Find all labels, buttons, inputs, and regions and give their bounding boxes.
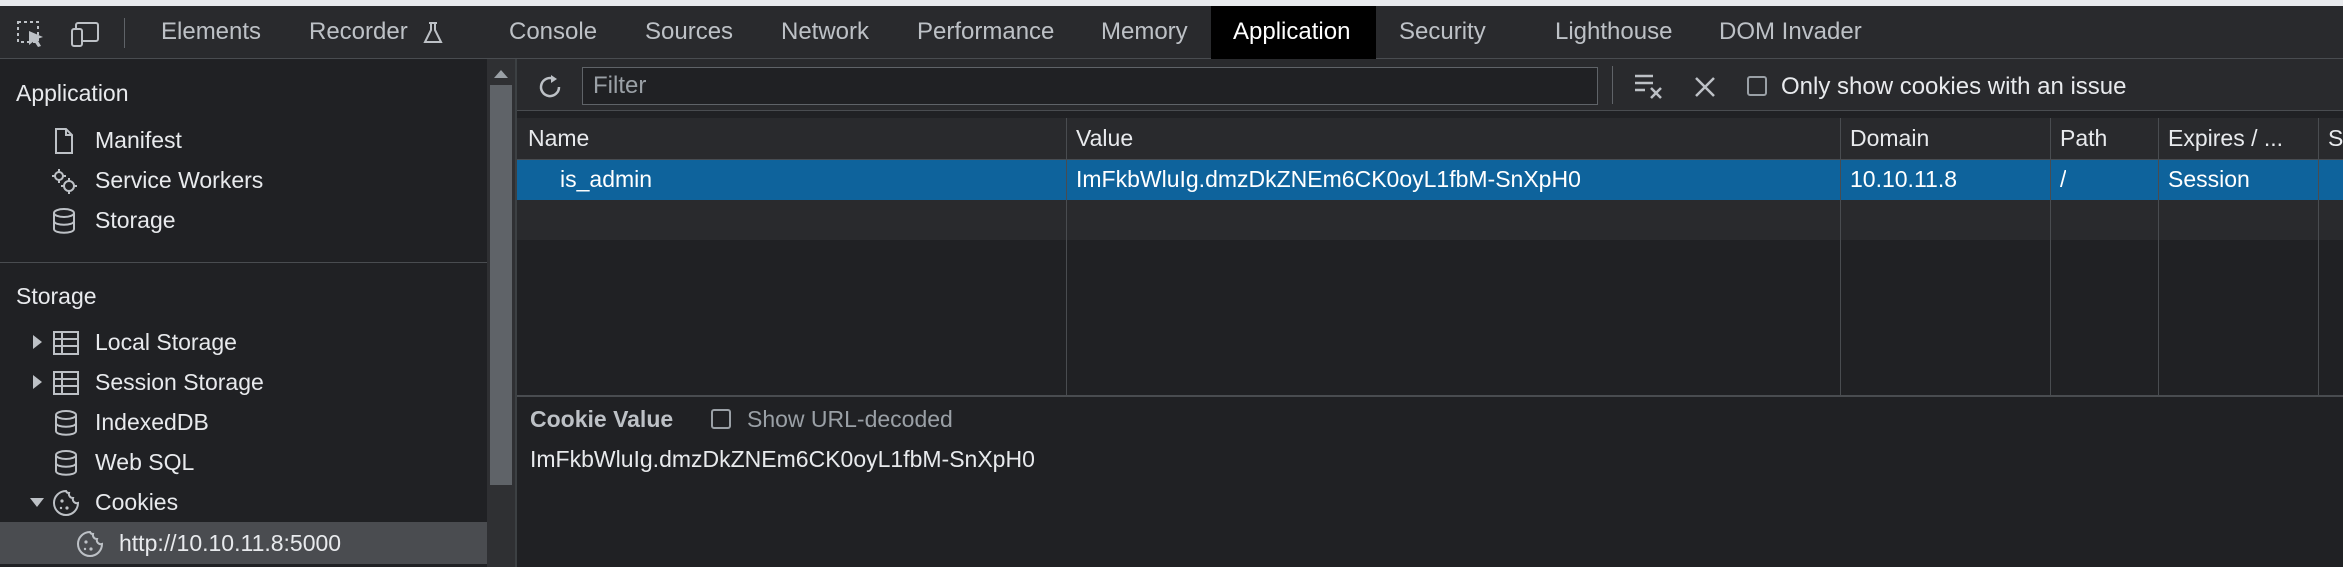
expand-arrow-icon[interactable] xyxy=(33,335,42,349)
document-icon xyxy=(55,128,73,154)
sidebar-item-label: Web SQL xyxy=(95,449,195,475)
cookie-icon xyxy=(77,530,104,557)
cookie-value-cell[interactable]: ImFkbWluIg.dmzDkZNEm6CK0oyL1fbM-SnXpH0 xyxy=(1076,160,1581,200)
collapse-arrow-icon[interactable] xyxy=(30,498,44,507)
sidebar-item-label: http://10.10.11.8:5000 xyxy=(119,530,342,556)
cookie-value-text[interactable]: ImFkbWluIg.dmzDkZNEm6CK0oyL1fbM-SnXpH0 xyxy=(530,446,1035,473)
show-url-decoded-label: Show URL-decoded xyxy=(747,406,953,432)
expand-arrow-icon[interactable] xyxy=(33,375,42,389)
column-divider[interactable] xyxy=(2318,118,2319,395)
toolbar-divider xyxy=(124,18,125,48)
sidebar-section-storage: Storage xyxy=(16,283,97,309)
column-divider[interactable] xyxy=(2158,118,2159,395)
tab-sources[interactable]: Sources xyxy=(623,6,755,59)
column-header-size[interactable]: S xyxy=(2328,118,2343,160)
database-icon xyxy=(55,410,77,436)
column-divider[interactable] xyxy=(1066,118,1067,395)
column-header-expires[interactable]: Expires / ... xyxy=(2168,118,2294,160)
sidebar-section-application: Application xyxy=(16,80,129,106)
tab-console[interactable]: Console xyxy=(487,6,619,59)
sidebar-item-label: IndexedDB xyxy=(95,409,209,435)
clear-all-cookies-icon[interactable] xyxy=(1633,72,1665,100)
sidebar-item-label: Service Workers xyxy=(95,167,264,193)
tab-lighthouse[interactable]: Lighthouse xyxy=(1533,6,1694,59)
tab-elements[interactable]: Elements xyxy=(139,6,283,59)
column-divider[interactable] xyxy=(2050,118,2051,395)
issue-filter-label: Only show cookies with an issue xyxy=(1781,73,2127,100)
cookie-value-title: Cookie Value xyxy=(530,406,674,432)
delete-selected-icon[interactable] xyxy=(1692,74,1718,100)
toolbar-divider xyxy=(1612,66,1613,104)
sidebar-divider xyxy=(0,262,487,263)
sidebar-item-label: Cookies xyxy=(95,489,179,515)
cookie-path-cell[interactable]: / xyxy=(2060,160,2066,200)
sidebar-item-label: Session Storage xyxy=(95,369,264,395)
sidebar-scrollbar-thumb[interactable] xyxy=(490,85,512,485)
tab-application[interactable]: Application xyxy=(1211,6,1376,59)
tab-security[interactable]: Security xyxy=(1377,6,1508,59)
device-toolbar-icon[interactable] xyxy=(70,20,102,48)
gears-icon xyxy=(52,169,77,194)
table-icon xyxy=(53,331,79,355)
cookie-name-cell[interactable]: is_admin xyxy=(560,160,652,200)
cookie-domain-cell[interactable]: 10.10.11.8 xyxy=(1850,160,1957,200)
sidebar-item-label: Manifest xyxy=(95,127,182,153)
column-header-name[interactable]: Name xyxy=(528,118,589,160)
tab-recorder[interactable]: Recorder xyxy=(287,6,466,59)
cookie-icon xyxy=(53,489,80,516)
column-header-domain[interactable]: Domain xyxy=(1850,118,1929,160)
devtools-tab-bar: Elements Recorder Console Sources Networ… xyxy=(0,6,2343,59)
scroll-up-arrow-icon[interactable] xyxy=(494,70,508,78)
sidebar-item-label: Storage xyxy=(95,207,176,233)
column-header-value[interactable]: Value xyxy=(1076,118,1133,160)
tab-performance[interactable]: Performance xyxy=(895,6,1076,59)
database-icon xyxy=(53,208,75,234)
table-icon xyxy=(53,371,79,395)
show-url-decoded-checkbox[interactable] xyxy=(711,409,731,429)
tab-recorder-label: Recorder xyxy=(309,18,408,45)
tab-dom-invader[interactable]: DOM Invader xyxy=(1697,6,1884,59)
inspect-element-icon[interactable] xyxy=(16,20,48,48)
refresh-icon[interactable] xyxy=(535,72,565,102)
filter-input[interactable] xyxy=(582,67,1598,105)
sidebar-item-label: Local Storage xyxy=(95,329,237,355)
tab-memory[interactable]: Memory xyxy=(1079,6,1210,59)
column-divider[interactable] xyxy=(1840,118,1841,395)
table-row-empty[interactable] xyxy=(517,200,2343,240)
tab-network[interactable]: Network xyxy=(759,6,891,59)
column-header-path[interactable]: Path xyxy=(2060,118,2107,160)
issue-filter-checkbox[interactable] xyxy=(1747,76,1767,96)
cookie-expires-cell[interactable]: Session xyxy=(2168,160,2250,200)
database-icon xyxy=(55,450,77,476)
flask-icon xyxy=(423,21,444,43)
